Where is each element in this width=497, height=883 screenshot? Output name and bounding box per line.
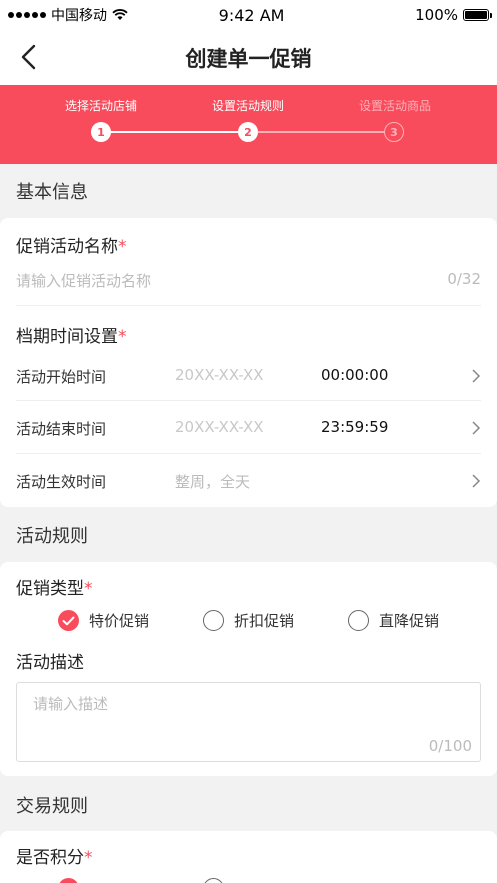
divider [16, 400, 481, 401]
promo-name-input[interactable]: 请输入促销活动名称 [16, 270, 416, 292]
required-mark: * [84, 848, 93, 868]
step-3-label: 设置活动商品 [358, 99, 431, 113]
start-time-value: 00:00:00 [321, 366, 389, 384]
divider [16, 453, 481, 454]
points-label: 是否积分* [16, 843, 93, 868]
required-mark: * [118, 237, 127, 257]
promo-name-label-text: 促销活动名称 [16, 237, 118, 257]
required-mark: * [84, 579, 93, 599]
radio-label: 直降促销 [379, 612, 440, 630]
promo-type-label-text: 促销类型 [16, 579, 84, 599]
effective-time-value: 整周，全天 [175, 473, 251, 491]
nav-bar: 创建单一促销 [0, 30, 497, 85]
step-2-circle: 2 [238, 122, 258, 142]
signal-icon [8, 12, 46, 18]
required-mark: * [118, 327, 127, 347]
promo-name-counter: 0/32 [447, 270, 481, 288]
divider [16, 305, 481, 306]
description-textarea[interactable]: 请输入描述 0/100 [16, 682, 481, 762]
rules-card: 促销类型* 特价促销 折扣促销 直降促销 活动描述 请输入描述 0/100 [0, 562, 497, 776]
start-time-row[interactable]: 活动开始时间 20XX-XX-XX 00:00:00 [0, 353, 497, 399]
description-placeholder: 请输入描述 [33, 695, 109, 713]
step-1-label: 选择活动店铺 [64, 99, 137, 113]
chevron-right-icon [472, 474, 481, 488]
radio-label: 折扣促销 [234, 612, 295, 630]
section-trade-rules: 交易规则 [16, 796, 88, 817]
radio-unchecked-icon [203, 610, 224, 631]
page-title: 创建单一促销 [185, 46, 312, 71]
step-connector-1 [111, 131, 238, 133]
radio-discount[interactable]: 折扣促销 [203, 610, 294, 631]
end-date-value: 20XX-XX-XX [175, 418, 264, 436]
back-button[interactable] [14, 42, 42, 72]
end-time-value: 23:59:59 [321, 418, 389, 436]
status-bar: 中国移动 9:42 AM 100% [0, 0, 497, 30]
radio-label: 特价促销 [89, 612, 150, 630]
effective-time-row[interactable]: 活动生效时间 整周，全天 [0, 458, 497, 504]
effective-time-label: 活动生效时间 [16, 473, 107, 491]
end-time-label: 活动结束时间 [16, 420, 107, 438]
promo-type-label: 促销类型* [16, 574, 93, 599]
schedule-label: 档期时间设置* [16, 322, 127, 347]
end-time-row[interactable]: 活动结束时间 20XX-XX-XX 23:59:59 [0, 405, 497, 451]
wifi-icon [112, 9, 128, 20]
status-bar-left: 中国移动 [8, 5, 158, 25]
start-time-label: 活动开始时间 [16, 368, 107, 386]
points-label-text: 是否积分 [16, 848, 84, 868]
step-progress: 选择活动店铺 设置活动规则 设置活动商品 1 2 3 [0, 85, 497, 164]
chevron-right-icon [472, 421, 481, 435]
radio-special-price[interactable]: 特价促销 [58, 610, 149, 631]
chevron-right-icon [472, 369, 481, 383]
status-bar-right: 100% [415, 6, 492, 24]
radio-unchecked-icon [348, 610, 369, 631]
status-time: 9:42 AM [218, 5, 285, 25]
radio-price-cut[interactable]: 直降促销 [348, 610, 439, 631]
section-rules: 活动规则 [16, 526, 88, 547]
basic-info-card: 促销活动名称* 请输入促销活动名称 0/32 档期时间设置* 活动开始时间 20… [0, 218, 497, 507]
start-date-value: 20XX-XX-XX [175, 366, 264, 384]
carrier-name: 中国移动 [51, 8, 107, 24]
radio-points-yes[interactable] [58, 878, 79, 883]
description-label: 活动描述 [16, 653, 84, 673]
radio-points-no[interactable] [203, 878, 224, 883]
battery-percent: 100% [415, 6, 458, 24]
promo-name-label: 促销活动名称* [16, 232, 127, 257]
schedule-label-text: 档期时间设置 [16, 327, 118, 347]
step-3-circle: 3 [384, 122, 404, 142]
step-1-circle: 1 [91, 122, 111, 142]
step-connector-2 [258, 131, 385, 133]
description-counter: 0/100 [428, 737, 472, 755]
trade-rules-card: 是否积分* [0, 831, 497, 883]
battery-icon [463, 9, 492, 21]
section-basic-info: 基本信息 [16, 182, 88, 203]
radio-checked-icon [58, 610, 79, 631]
step-2-label: 设置活动规则 [211, 99, 284, 113]
chevron-left-icon [21, 44, 36, 70]
